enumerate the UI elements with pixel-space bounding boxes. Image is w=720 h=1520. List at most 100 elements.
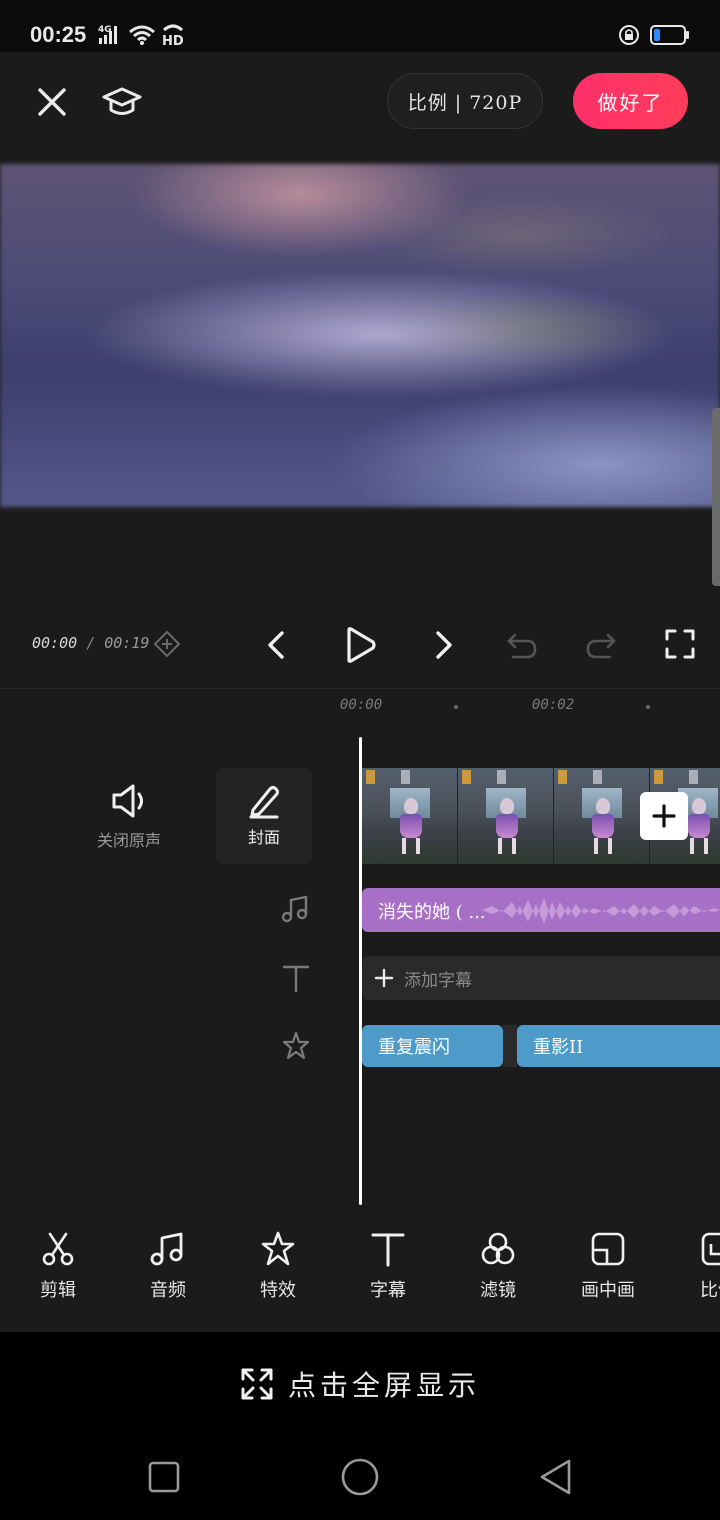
recents-button[interactable]	[139, 1452, 189, 1502]
tutorial-button[interactable]	[100, 80, 144, 124]
bottom-tool-bar: 剪辑 音频 特效 字幕 滤镜 画中画 比	[0, 1210, 720, 1332]
chevron-left-icon	[268, 631, 284, 659]
editor-top-bar: 比例 | 720P 做好了	[0, 52, 720, 164]
battery-icon	[650, 25, 689, 45]
next-frame-button[interactable]	[430, 627, 458, 663]
fullscreen-hint-label: 点击全屏显示	[287, 1369, 480, 1402]
status-signal-group: 4G HD	[98, 22, 186, 46]
sparkle-star-icon	[282, 1031, 310, 1060]
wifi-icon	[129, 25, 155, 45]
tool-label: 字幕	[370, 1280, 406, 1301]
total-time: 00:19	[104, 634, 150, 652]
expand-arrows-icon	[241, 1368, 273, 1400]
tool-label: 画中画	[581, 1280, 635, 1301]
status-bar: 00:25 4G HD	[0, 0, 720, 52]
triangle-back-icon	[540, 1459, 571, 1495]
keyframe-diamond-icon	[153, 630, 181, 658]
text-t-icon	[282, 965, 310, 993]
effect-track-icon	[280, 1030, 312, 1062]
fullscreen-button[interactable]	[664, 628, 696, 660]
redo-icon	[586, 633, 616, 659]
video-thumbnail	[554, 768, 650, 864]
signal-icon: 4G	[98, 25, 117, 44]
text-t-icon	[371, 1233, 405, 1267]
hd-call-icon: HD	[162, 24, 184, 46]
video-thumbnail	[362, 768, 458, 864]
mute-original-audio-button[interactable]: 关闭原声	[86, 781, 172, 851]
effect-clip[interactable]: 重复震闪	[362, 1025, 503, 1067]
tool-subtitle[interactable]: 字幕	[333, 1230, 443, 1314]
preview-scroll-handle[interactable]	[712, 408, 720, 586]
mute-label: 关闭原声	[96, 831, 161, 850]
fullscreen-icon	[665, 629, 695, 659]
ruler-time-label: 00:00	[340, 697, 383, 713]
music-note-icon	[281, 895, 308, 923]
tool-filter[interactable]: 滤镜	[443, 1230, 553, 1314]
cover-label: 封面	[247, 828, 280, 847]
keyframe-button[interactable]	[152, 629, 182, 659]
effect-clip[interactable]: 重影II	[517, 1025, 720, 1067]
time-separator: /	[86, 634, 96, 652]
home-button[interactable]	[335, 1452, 385, 1502]
close-icon	[38, 88, 66, 116]
status-right-group	[618, 24, 690, 46]
ruler-tick	[646, 705, 650, 709]
tool-audio[interactable]: 音频	[113, 1230, 223, 1314]
tool-edit[interactable]: 剪辑	[3, 1230, 113, 1314]
chevron-right-icon	[436, 631, 452, 659]
picture-in-picture-icon	[591, 1232, 625, 1266]
ratio-resolution-button[interactable]: 比例 | 720P	[387, 73, 543, 129]
audio-track-icon	[280, 893, 312, 925]
ruler-tick	[454, 705, 458, 709]
current-time: 00:00	[32, 634, 78, 652]
plus-icon	[652, 804, 676, 828]
undo-icon	[507, 633, 537, 659]
audio-clip[interactable]: 消失的她 ( ...	[362, 888, 720, 932]
system-nav-bar	[0, 1436, 720, 1520]
add-subtitle-label: 添加字幕	[404, 970, 472, 991]
play-icon	[347, 627, 376, 663]
time-readout: 00:00 / 00:19	[32, 634, 149, 652]
tool-picture-in-picture[interactable]: 画中画	[553, 1230, 663, 1314]
filter-circles-icon	[481, 1232, 515, 1265]
tool-label: 剪辑	[40, 1280, 76, 1301]
add-subtitle-button[interactable]: 添加字幕	[362, 956, 720, 1000]
back-button[interactable]	[531, 1452, 581, 1502]
cover-button[interactable]: 封面	[216, 768, 312, 864]
play-button[interactable]	[340, 625, 380, 665]
music-note-icon	[150, 1232, 183, 1266]
preview-area: 00:00 / 00:19	[0, 164, 720, 688]
audio-clip-label: 消失的她 ( ...	[378, 902, 486, 923]
video-preview[interactable]	[0, 164, 720, 507]
playhead[interactable]	[359, 737, 362, 1205]
speaker-icon	[112, 784, 143, 818]
status-time: 00:25	[30, 22, 87, 47]
tool-label: 滤镜	[480, 1280, 516, 1301]
fullscreen-hint[interactable]: 点击全屏显示	[0, 1332, 720, 1436]
tool-ratio[interactable]: 比例	[663, 1230, 720, 1314]
add-clip-button[interactable]	[640, 792, 688, 840]
effect-gap	[503, 1025, 517, 1067]
ruler-time-label: 00:02	[532, 697, 575, 713]
previous-frame-button[interactable]	[262, 627, 290, 663]
tool-effects[interactable]: 特效	[223, 1230, 333, 1314]
redo-button[interactable]	[584, 629, 618, 661]
sparkle-star-icon	[261, 1231, 295, 1266]
subtitle-track-icon	[280, 962, 312, 994]
circle-icon	[341, 1458, 379, 1496]
done-button[interactable]: 做好了	[573, 73, 688, 129]
timeline[interactable]: 00:00 00:02 关闭原声 封面 消失的她 (... 添加字幕 重复震闪…	[0, 688, 720, 1210]
ratio-icon	[701, 1232, 720, 1266]
close-button[interactable]	[32, 82, 72, 122]
plus-icon	[374, 968, 394, 988]
video-thumbnail	[458, 768, 554, 864]
scissors-icon	[42, 1232, 74, 1266]
svg-text:HD: HD	[162, 34, 184, 46]
rotation-lock-icon	[619, 25, 639, 45]
graduation-cap-icon	[102, 87, 142, 115]
tool-label: 音频	[150, 1280, 186, 1301]
undo-button[interactable]	[505, 629, 539, 661]
square-icon	[148, 1461, 180, 1493]
tool-label: 比例	[700, 1280, 720, 1301]
tool-label: 特效	[260, 1280, 296, 1301]
